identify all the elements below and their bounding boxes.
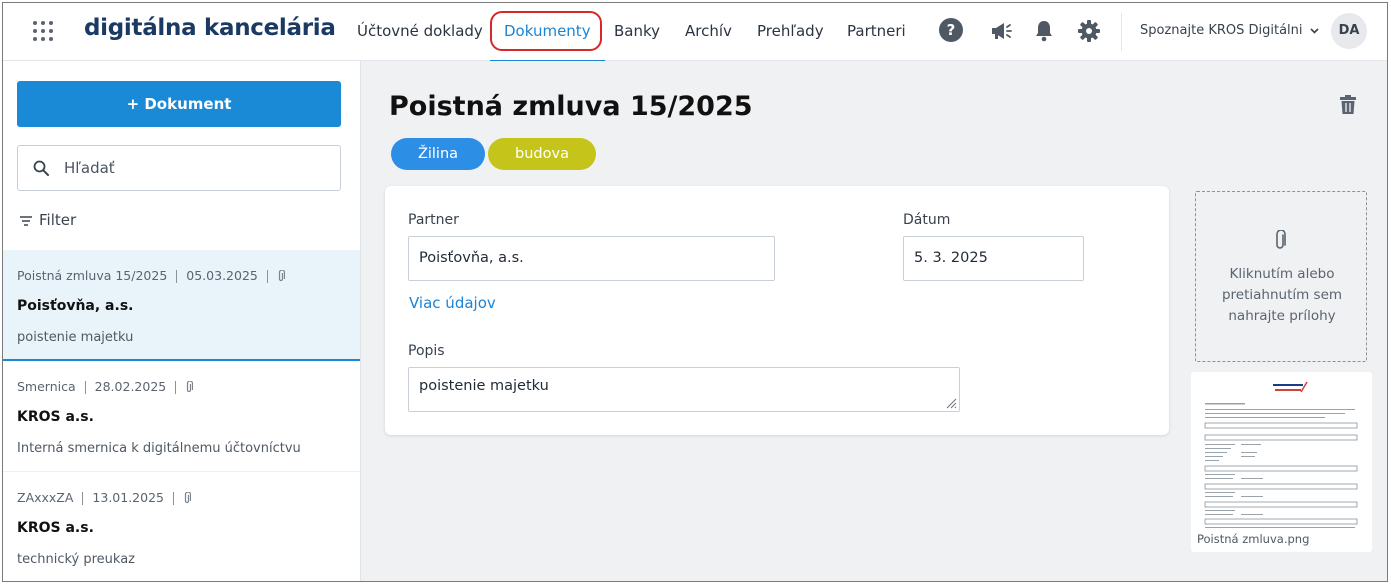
paperclip-icon xyxy=(1276,230,1286,249)
document-detail: Poistná zmluva 15/2025 Žilina budova Par… xyxy=(361,61,1387,581)
more-details-link[interactable]: Viac údajov xyxy=(409,294,496,312)
date-field[interactable]: 5. 3. 2025 xyxy=(903,236,1084,281)
top-bar: digitálna kancelária Účtovné doklady Dok… xyxy=(3,3,1387,62)
bell-icon[interactable] xyxy=(1031,18,1057,44)
attachment-filename: Poistná zmluva.png xyxy=(1197,532,1310,546)
document-date: 28.02.2025 xyxy=(94,379,167,394)
partner-field[interactable]: Poisťovňa, a.s. xyxy=(408,236,775,281)
attachment-icon xyxy=(278,270,285,282)
date-label: Dátum xyxy=(903,212,951,228)
document-list-item[interactable]: ZAxxxZA 13.01.2025 KROS a.s. technický pr… xyxy=(3,472,360,581)
document-meta: ZAxxxZA 13.01.2025 xyxy=(17,490,191,505)
attachment-icon xyxy=(184,492,191,504)
document-partner: KROS a.s. xyxy=(17,520,94,536)
nav-item-archiv[interactable]: Archív xyxy=(685,3,732,61)
document-description: poistenie majetku xyxy=(17,330,134,345)
document-list-item[interactable]: Poistná zmluva 15/2025 05.03.2025 Poisťov… xyxy=(3,250,360,361)
nav-item-uctovne-doklady[interactable]: Účtovné doklady xyxy=(357,3,483,61)
description-textarea[interactable]: poistenie majetku xyxy=(408,367,960,412)
nav-item-partneri[interactable]: Partneri xyxy=(847,3,906,61)
description-value: poistenie majetku xyxy=(419,378,549,394)
search-icon xyxy=(33,160,49,176)
document-date: 05.03.2025 xyxy=(186,268,258,283)
search-box[interactable] xyxy=(17,145,341,191)
filter-lines-icon xyxy=(20,215,32,226)
document-type: Poistná zmluva 15/2025 xyxy=(17,268,168,283)
nav-item-prehlady[interactable]: Prehľady xyxy=(757,3,824,61)
settings-gear-icon[interactable] xyxy=(1076,18,1102,44)
help-icon[interactable]: ? xyxy=(939,18,963,42)
resize-handle-icon[interactable] xyxy=(945,397,957,409)
document-partner: KROS a.s. xyxy=(17,409,94,425)
filter-label: Filter xyxy=(39,211,77,229)
attachment-dropzone[interactable]: Kliknutím alebo pretiahnutím sem nahrajt… xyxy=(1195,191,1367,362)
search-input[interactable] xyxy=(64,146,324,190)
toolbar-divider xyxy=(1121,13,1122,51)
nav-item-label: Dokumenty xyxy=(504,22,591,40)
partner-label: Partner xyxy=(408,212,459,228)
document-type: ZAxxxZA xyxy=(17,490,74,505)
document-preview-image xyxy=(1199,378,1364,530)
megaphone-icon[interactable] xyxy=(988,18,1014,44)
document-sidebar: + Dokument Filter Poistná zmluva 15/2025… xyxy=(3,61,361,581)
app-window: digitálna kancelária Účtovné doklady Dok… xyxy=(2,2,1388,582)
account-menu-label: Spoznajte KROS Digitálni xyxy=(1140,23,1303,38)
document-description: technický preukaz xyxy=(17,552,136,567)
description-label: Popis xyxy=(408,343,445,359)
document-type: Smernica xyxy=(17,379,76,394)
add-document-button[interactable]: + Dokument xyxy=(17,81,341,127)
attachment-thumbnail[interactable]: Poistná zmluva.png xyxy=(1191,372,1372,552)
filter-toggle[interactable]: Filter xyxy=(19,211,76,229)
nav-item-dokumenty[interactable]: Dokumenty xyxy=(490,3,605,62)
user-avatar[interactable]: DA xyxy=(1331,13,1367,49)
tag-zilina[interactable]: Žilina xyxy=(391,138,485,170)
document-list: Poistná zmluva 15/2025 05.03.2025 Poisťov… xyxy=(3,250,360,581)
document-description: Interná smernica k digitálnemu účtovníct… xyxy=(17,441,301,456)
document-meta: Poistná zmluva 15/2025 05.03.2025 xyxy=(17,268,285,283)
trash-icon[interactable] xyxy=(1339,95,1357,115)
document-list-item[interactable]: Smernica 28.02.2025 KROS a.s. Interná sme… xyxy=(3,361,360,472)
nav-item-banky[interactable]: Banky xyxy=(614,3,660,61)
page-title: Poistná zmluva 15/2025 xyxy=(389,91,753,122)
document-partner: Poisťovňa, a.s. xyxy=(17,298,134,314)
document-meta: Smernica 28.02.2025 xyxy=(17,379,194,394)
attachment-icon xyxy=(187,381,194,393)
chevron-down-icon xyxy=(1310,27,1319,34)
document-form-card: Partner Poisťovňa, a.s. Dátum 5. 3. 2025… xyxy=(385,186,1169,435)
document-date: 13.01.2025 xyxy=(92,490,164,505)
app-grid-icon[interactable] xyxy=(33,21,53,41)
account-menu[interactable]: Spoznajte KROS Digitálni xyxy=(1140,3,1319,59)
dropzone-text: Kliknutím alebo pretiahnutím sem nahrajt… xyxy=(1221,266,1343,324)
tag-budova[interactable]: budova xyxy=(488,138,596,170)
app-title[interactable]: digitálna kancelária xyxy=(84,15,336,41)
